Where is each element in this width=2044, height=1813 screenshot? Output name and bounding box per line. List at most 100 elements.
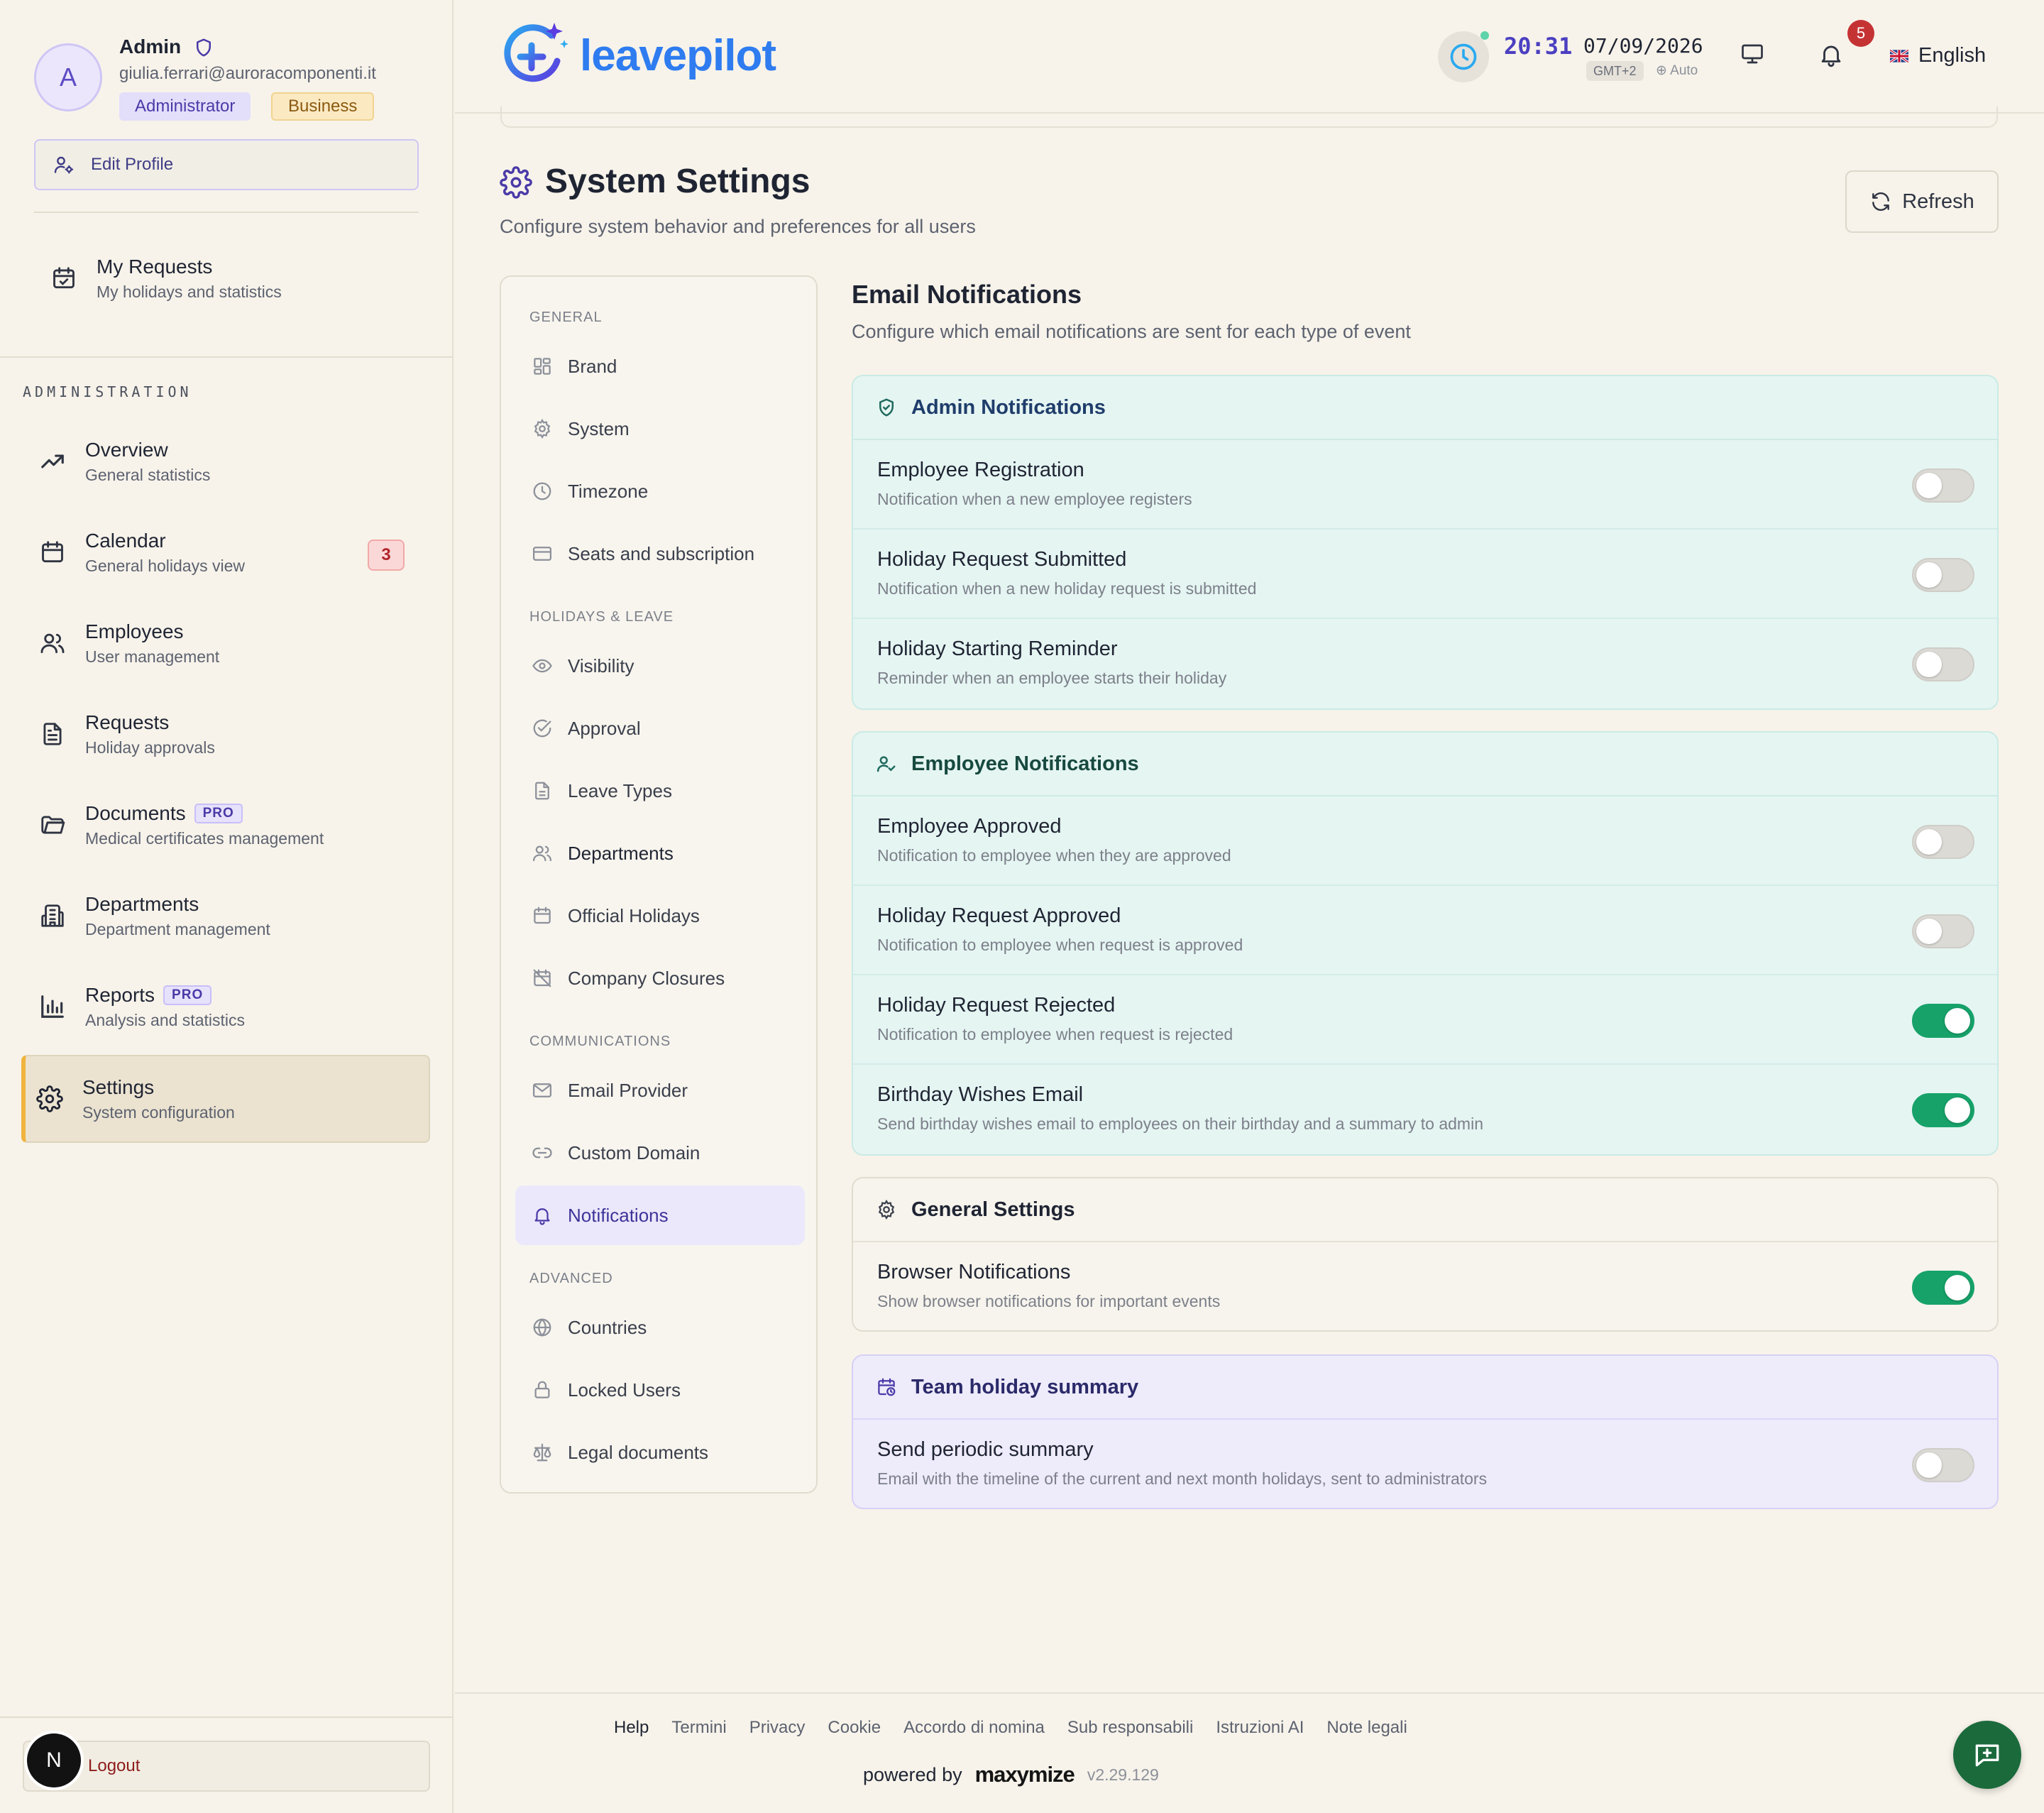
- brand-logo[interactable]: leavepilot: [498, 18, 776, 92]
- setting-title: Holiday Starting Reminder: [877, 637, 1118, 660]
- count-badge: 3: [368, 539, 405, 571]
- card-title: Employee Notifications: [911, 752, 1139, 775]
- settings-item-departments[interactable]: Departments: [515, 823, 805, 883]
- divider: [0, 356, 454, 358]
- toggle-employee-approved[interactable]: [1912, 825, 1974, 859]
- nav-subtitle: My holidays and statistics: [97, 282, 282, 301]
- nav-title: Overview: [85, 438, 168, 461]
- divider: [0, 1716, 454, 1718]
- scale-icon: [531, 1441, 554, 1464]
- n-button[interactable]: N: [27, 1733, 81, 1787]
- settings-item-official-holidays[interactable]: Official Holidays: [515, 886, 805, 946]
- setting-row: Holiday Starting Reminder Reminder when …: [853, 619, 1997, 708]
- brand-name: leavepilot: [580, 31, 776, 80]
- settings-item-email-provider[interactable]: Email Provider: [515, 1061, 805, 1120]
- current-date: 07/09/2026: [1583, 34, 1703, 57]
- sidebar-item-documents[interactable]: Documents PRO Medical certificates manage…: [28, 792, 426, 858]
- notification-count-badge: 5: [1847, 20, 1874, 47]
- toggle-send-periodic-summary[interactable]: [1912, 1448, 1974, 1482]
- sidebar-item-departments[interactable]: Departments Department management: [28, 883, 426, 948]
- sidebar-item-requests[interactable]: Requests Holiday approvals: [28, 701, 426, 767]
- nav-title: Reports: [85, 983, 155, 1006]
- settings-item-visibility[interactable]: Visibility: [515, 636, 805, 696]
- admin-notifications-card: Admin Notifications Employee Registratio…: [852, 375, 1999, 710]
- sidebar-item-employees[interactable]: Employees User management: [28, 610, 426, 676]
- settings-item-countries[interactable]: Countries: [515, 1298, 805, 1357]
- settings-item-label: Approval: [568, 717, 641, 739]
- page-title: System Settings: [545, 163, 811, 200]
- footer-link-help[interactable]: Help: [614, 1718, 649, 1738]
- settings-item-approval[interactable]: Approval: [515, 699, 805, 758]
- toggle-birthday-wishes-email[interactable]: [1912, 1093, 1974, 1127]
- setting-description: Notification to employee when they are a…: [877, 846, 1231, 865]
- settings-item-label: Email Provider: [568, 1079, 688, 1101]
- settings-group-label: GENERAL: [529, 310, 603, 325]
- sidebar-item-overview[interactable]: Overview General statistics: [28, 429, 426, 494]
- footer-link-istruzioni-ai[interactable]: Istruzioni AI: [1216, 1718, 1304, 1738]
- chat-button[interactable]: [1953, 1721, 2021, 1789]
- settings-item-legal-documents[interactable]: Legal documents: [515, 1423, 805, 1482]
- monitor-icon[interactable]: [1740, 41, 1765, 67]
- settings-item-seats[interactable]: Seats and subscription: [515, 524, 805, 584]
- refresh-button[interactable]: Refresh: [1845, 170, 1999, 233]
- settings-item-brand[interactable]: Brand: [515, 336, 805, 396]
- settings-item-label: Official Holidays: [568, 904, 700, 926]
- bell-icon[interactable]: [1818, 41, 1845, 68]
- edit-profile-button[interactable]: Edit Profile: [34, 139, 419, 190]
- nav-my-requests[interactable]: My Requests My holidays and statistics: [40, 246, 437, 311]
- footer-link-note-legali[interactable]: Note legali: [1326, 1718, 1407, 1738]
- card-header: Admin Notifications: [853, 376, 1997, 440]
- nav-title: Requests: [85, 711, 170, 733]
- footer-link-privacy[interactable]: Privacy: [749, 1718, 806, 1738]
- building-icon: [38, 902, 67, 930]
- setting-title: Birthday Wishes Email: [877, 1083, 1084, 1106]
- settings-item-custom-domain[interactable]: Custom Domain: [515, 1123, 805, 1183]
- setting-title: Browser Notifications: [877, 1261, 1071, 1283]
- setting-row: Browser Notifications Show browser notif…: [853, 1242, 1997, 1330]
- nav-subtitle: General statistics: [85, 465, 211, 484]
- toggle-employee-registration[interactable]: [1912, 469, 1974, 503]
- calendar-off-icon: [531, 967, 554, 990]
- settings-item-label: Company Closures: [568, 967, 725, 989]
- footer-link-termini[interactable]: Termini: [671, 1718, 726, 1738]
- users-icon: [531, 842, 554, 865]
- credit-card-icon: [531, 542, 554, 565]
- toggle-browser-notifications[interactable]: [1912, 1271, 1974, 1305]
- setting-description: Show browser notifications for important…: [877, 1292, 1221, 1310]
- language-label: English: [1918, 44, 1987, 67]
- settings-item-label: Seats and subscription: [568, 542, 755, 564]
- divider: [34, 212, 419, 213]
- toggle-holiday-request-approved[interactable]: [1912, 914, 1974, 948]
- nav-subtitle: Holiday approvals: [85, 738, 215, 757]
- toggle-holiday-request-rejected[interactable]: [1912, 1004, 1974, 1038]
- footer-link-sub-responsabili[interactable]: Sub responsabili: [1067, 1718, 1193, 1738]
- footer-link-accordo[interactable]: Accordo di nomina: [903, 1718, 1045, 1738]
- settings-item-leave-types[interactable]: Leave Types: [515, 761, 805, 821]
- setting-title: Holiday Request Approved: [877, 904, 1121, 927]
- toggle-holiday-starting-reminder[interactable]: [1912, 647, 1974, 681]
- settings-item-company-closures[interactable]: Company Closures: [515, 948, 805, 1008]
- settings-item-timezone[interactable]: Timezone: [515, 461, 805, 521]
- settings-item-locked-users[interactable]: Locked Users: [515, 1360, 805, 1420]
- logo-icon: [498, 18, 571, 92]
- language-selector[interactable]: English: [1890, 44, 1986, 67]
- sidebar-item-reports[interactable]: Reports PRO Analysis and statistics: [28, 974, 426, 1039]
- nav-subtitle: Department management: [85, 919, 270, 938]
- file-text-icon: [531, 779, 554, 802]
- nav-title: My Requests: [97, 255, 213, 278]
- setting-description: Notification to employee when request is…: [877, 936, 1243, 954]
- powered-by: powered by maxymize v2.29.129: [863, 1762, 1159, 1787]
- logout-button[interactable]: Logout: [23, 1741, 430, 1792]
- footer-link-cookie[interactable]: Cookie: [828, 1718, 881, 1738]
- clock-widget[interactable]: [1438, 31, 1489, 82]
- sidebar-item-settings[interactable]: Settings System configuration: [21, 1055, 430, 1143]
- settings-item-system[interactable]: System: [515, 399, 805, 459]
- toggle-holiday-request-submitted[interactable]: [1912, 558, 1974, 592]
- globe-icon: [531, 1316, 554, 1339]
- sidebar-item-calendar[interactable]: Calendar General holidays view 3: [28, 520, 426, 585]
- footer-links: Help Termini Privacy Cookie Accordo di n…: [614, 1718, 1407, 1738]
- avatar[interactable]: A: [34, 43, 102, 111]
- settings-item-notifications[interactable]: Notifications: [515, 1185, 805, 1245]
- maxymize-logo[interactable]: maxymize: [975, 1762, 1075, 1787]
- pro-badge: PRO: [194, 803, 243, 823]
